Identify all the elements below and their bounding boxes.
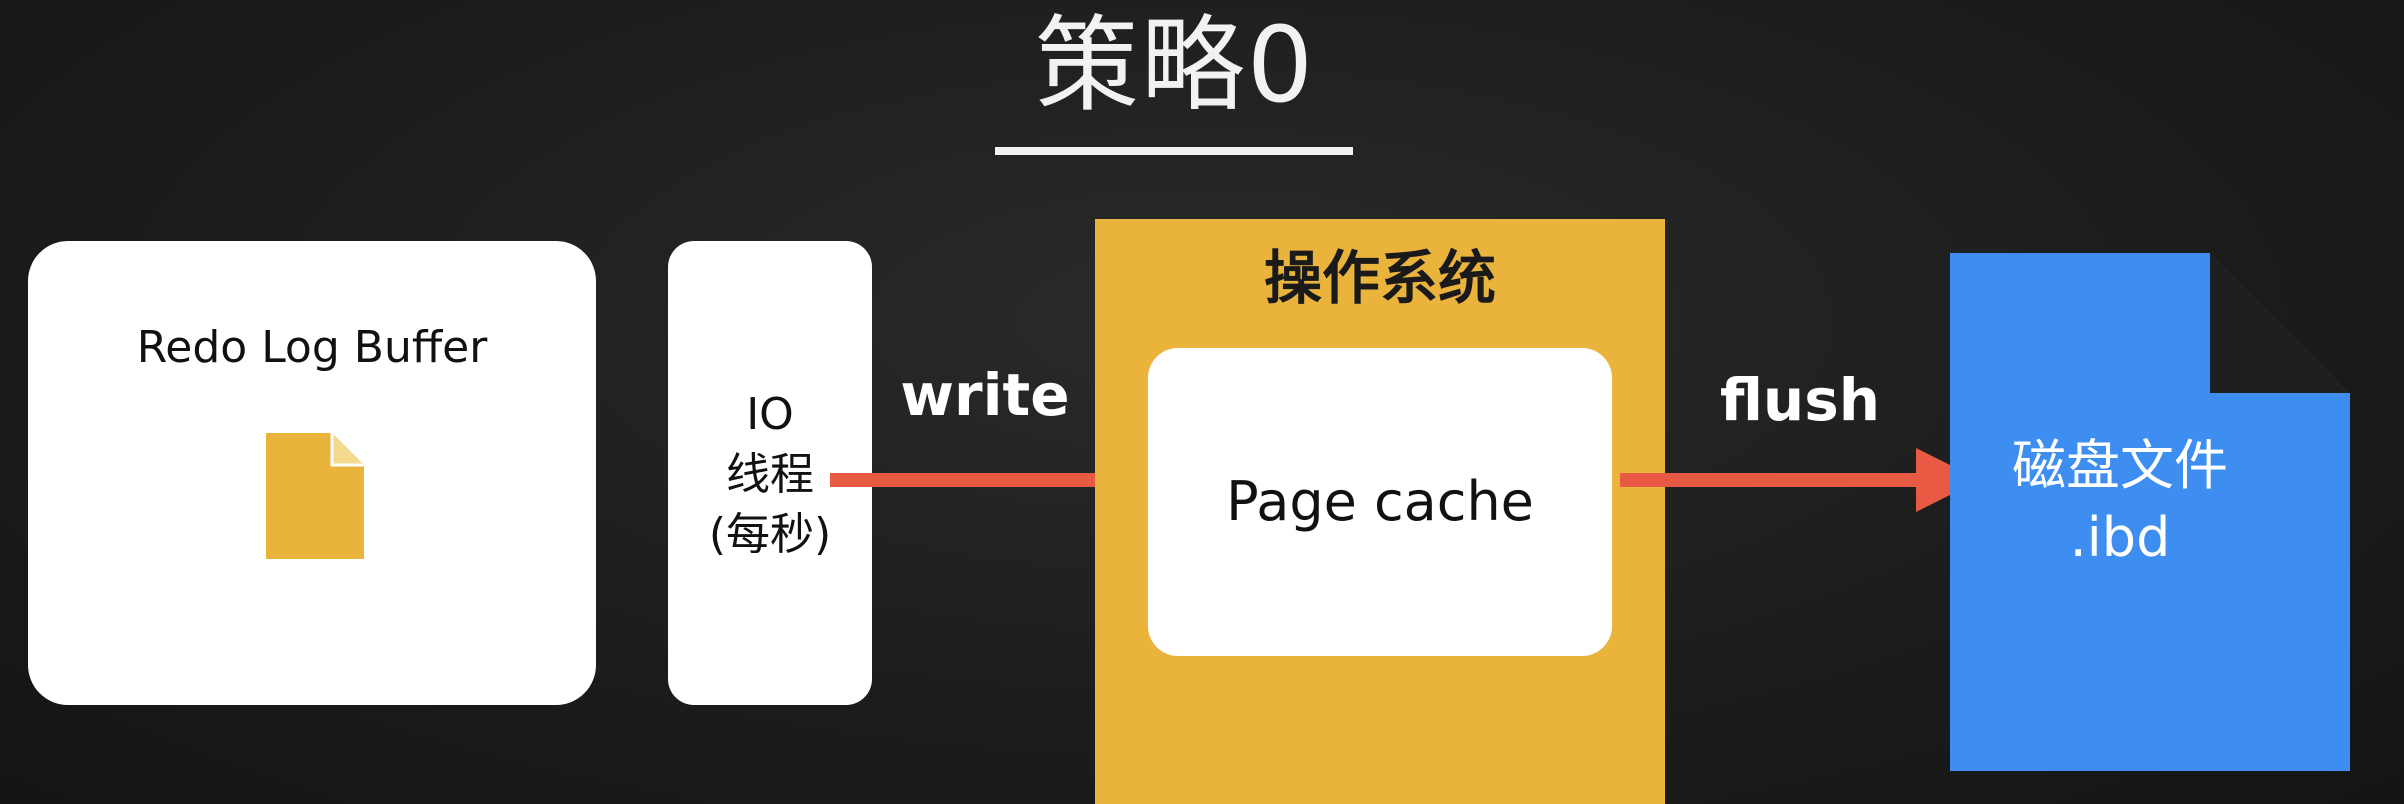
- redo-log-buffer-label: Redo Log Buffer: [136, 322, 488, 373]
- title-underline: [995, 147, 1353, 155]
- page-title: 策略0: [1034, 4, 1316, 126]
- document-icon: [266, 433, 364, 559]
- flush-arrow-label: flush: [1719, 366, 1881, 434]
- flush-arrow: [1620, 448, 1980, 512]
- disk-file-line-ext: .ibd: [2069, 506, 2171, 569]
- disk-file-line-name: 磁盘文件: [2012, 434, 2228, 497]
- operating-system-title: 操作系统: [1263, 244, 1496, 312]
- disk-file-label: 磁盘文件 .ibd: [1950, 430, 2290, 574]
- io-thread-line-per-second: (每秒): [708, 509, 832, 560]
- io-thread-line-io: IO: [746, 389, 794, 440]
- write-arrow-label: write: [900, 361, 1070, 429]
- page-cache-label: Page cache: [1226, 470, 1534, 533]
